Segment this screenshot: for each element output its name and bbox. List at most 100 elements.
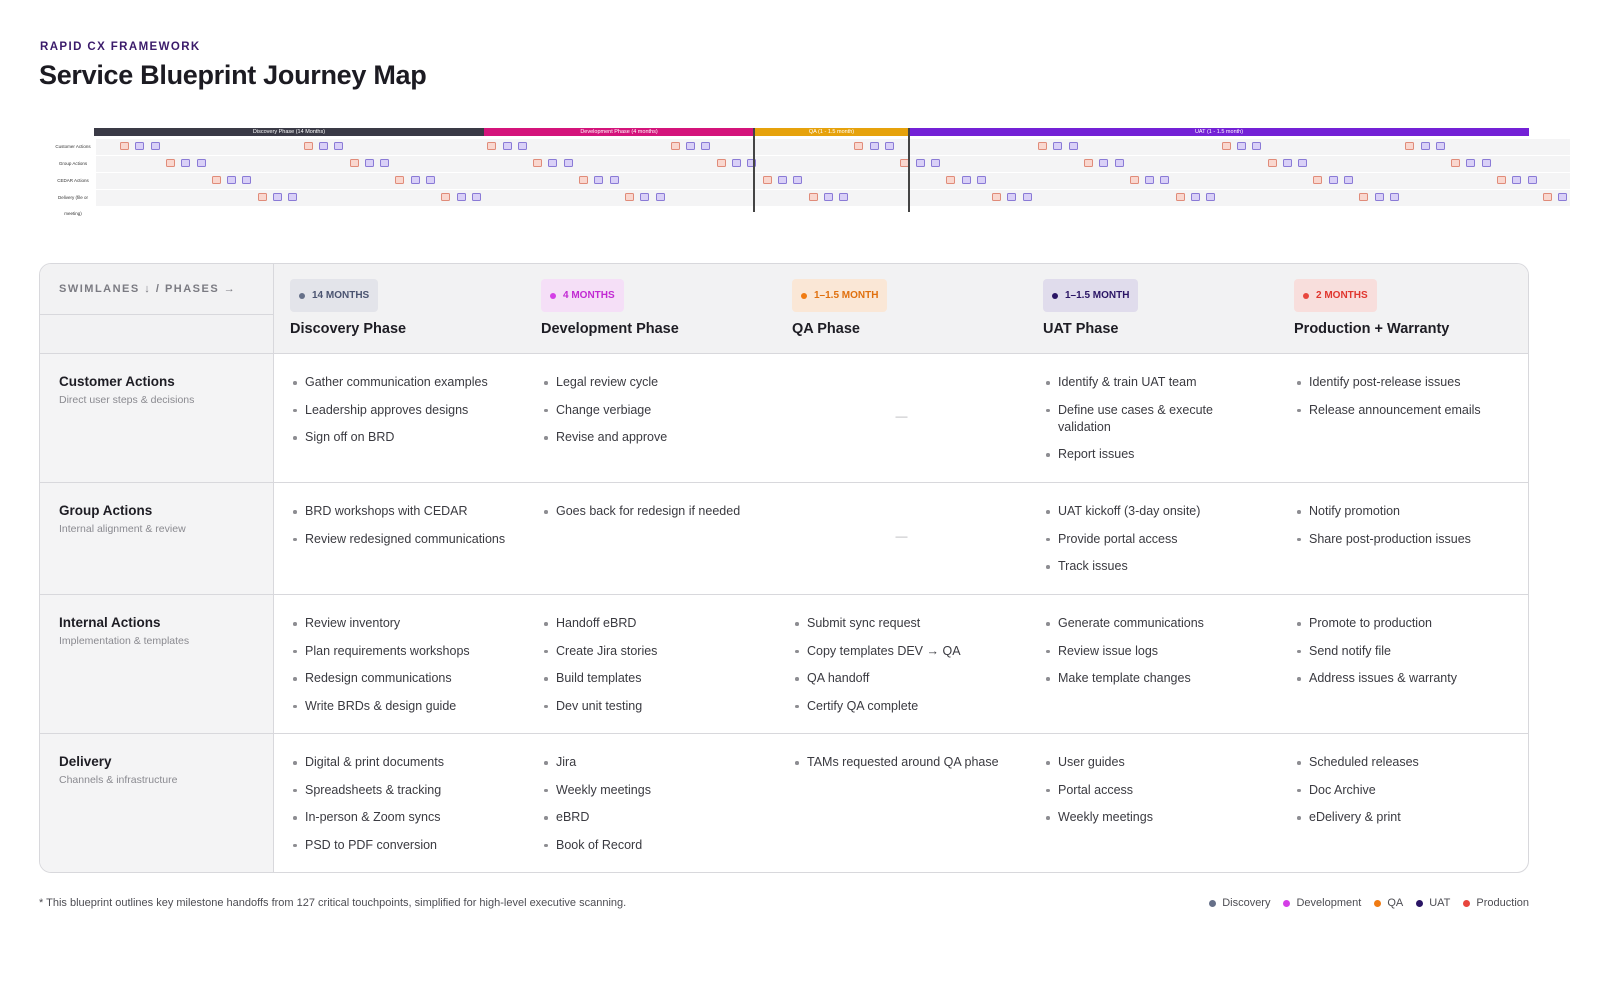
overview-touchpoint-node <box>670 142 680 150</box>
cell-bullet-item: Release announcement emails <box>1294 402 1513 419</box>
overview-touchpoint-node <box>1497 176 1506 184</box>
cell-bullet-item: Create Jira stories <box>541 643 760 660</box>
overview-phase-discovery: Discovery Phase (14 Months) <box>94 128 484 136</box>
overview-touchpoint-node <box>1175 193 1185 201</box>
overview-touchpoint-node <box>1328 176 1338 184</box>
cell-bullet-item: Review inventory <box>290 615 509 632</box>
overview-touchpoint-node <box>946 176 956 184</box>
swimlane-row: Delivery Channels & infrastructure Digital… <box>40 734 1528 872</box>
cell-bullet-item: UAT kickoff (3-day onsite) <box>1043 503 1262 520</box>
overview-touchpoint-node <box>1298 159 1308 167</box>
legend-label: QA <box>1387 897 1404 909</box>
overview-touchpoint-node <box>1282 159 1292 167</box>
overview-touchpoint-node <box>471 193 481 201</box>
overview-touchpoint-node <box>1053 142 1063 150</box>
overview-touchpoint-node <box>808 193 818 201</box>
overview-phase-development: Development Phase (4 months) <box>484 128 754 136</box>
overview-touchpoint-node <box>1420 142 1430 150</box>
legend-item: Development <box>1283 897 1361 909</box>
phase-legend: Discovery Development QA UAT Production <box>1196 897 1529 909</box>
blueprint-cell: Legal review cycle Change verbiage Revise … <box>525 354 776 457</box>
overview-touchpoint-node <box>1267 159 1277 167</box>
overview-touchpoint-node <box>1083 159 1093 167</box>
overview-lane-label: Delivery (file or meeting) <box>57 195 88 216</box>
overview-lane-label: CEDAR Actions <box>57 178 89 183</box>
overview-touchpoint-node <box>1558 193 1568 201</box>
legend-item: Discovery <box>1209 897 1270 909</box>
overview-touchpoint-node <box>732 159 741 167</box>
cell-bullet-item: Address issues & warranty <box>1294 670 1513 687</box>
overview-touchpoint-node <box>624 193 634 201</box>
blueprint-cell: Gather communication examples Leadership … <box>274 354 525 457</box>
legend-label: Development <box>1296 897 1362 909</box>
phase-header-cell: 14 MONTHS Discovery Phase <box>274 264 525 354</box>
phase-header-cell: 1–1.5 MONTH QA Phase <box>776 264 1027 354</box>
blueprint-cell: UAT kickoff (3-day onsite) Provide portal… <box>1027 483 1278 586</box>
cell-bullet-item: Notify promotion <box>1294 503 1513 520</box>
overview-touchpoint-node <box>686 142 696 150</box>
cell-bullet-item: In-person & Zoom syncs <box>290 809 509 826</box>
cell-bullet-item: Change verbiage <box>541 402 760 419</box>
overview-touchpoint-node <box>747 159 757 167</box>
table-header: SWIMLANES ↓ / PHASES → 14 MONTHS Discover… <box>40 264 1528 354</box>
phase-duration: 1–1.5 MONTH <box>1065 290 1130 301</box>
blueprint-table: SWIMLANES ↓ / PHASES → 14 MONTHS Discover… <box>39 263 1529 873</box>
swimlanes-phases-label: SWIMLANES ↓ / PHASES → <box>40 264 274 315</box>
overview-touchpoint-node <box>1527 176 1537 184</box>
cell-bullet-item: Leadership approves designs <box>290 402 509 419</box>
overview-touchpoint-node <box>1252 142 1262 150</box>
phase-duration: 14 MONTHS <box>312 290 370 301</box>
blueprint-cell: Jira Weekly meetings eBRD Book of Record <box>525 734 776 864</box>
blueprint-cell: Goes back for redesign if needed <box>525 483 776 531</box>
cell-bullet-item: Portal access <box>1043 782 1262 799</box>
overview-touchpoint-node <box>548 159 558 167</box>
cell-bullet-item: Redesign communications <box>290 670 509 687</box>
overview-touchpoint-node <box>456 193 466 201</box>
cell-bullet-item: Review redesigned communications <box>290 531 509 548</box>
overview-touchpoint-node <box>930 159 940 167</box>
overview-touchpoint-node <box>1129 176 1139 184</box>
overview-touchpoint-node <box>563 159 573 167</box>
overview-touchpoint-node <box>1007 193 1017 201</box>
blueprint-overview-thumbnail[interactable]: Discovery Phase (14 Months) Development … <box>50 128 1570 218</box>
phase-name: Development Phase <box>541 321 679 337</box>
cell-bullet-item: BRD workshops with CEDAR <box>290 503 509 520</box>
legend-dot-icon <box>1374 899 1382 907</box>
overview-touchpoint-node <box>410 176 420 184</box>
overview-touchpoint-node <box>1435 142 1445 150</box>
swimlane-name: Internal Actions <box>59 615 161 630</box>
phase-duration-badge: 1–1.5 MONTH <box>792 279 888 312</box>
phase-dot-icon <box>550 292 556 299</box>
overview-touchpoint-node <box>426 176 435 184</box>
legend-item: UAT <box>1416 897 1450 909</box>
overview-touchpoint-node <box>1191 193 1200 201</box>
cell-bullet-item: Submit sync request <box>792 615 1011 632</box>
cell-bullet-item: Certify QA complete <box>792 698 1011 715</box>
cell-bullet-item: Generate communications <box>1043 615 1262 632</box>
phase-header-cell: 1–1.5 MONTH UAT Phase <box>1027 264 1278 354</box>
cell-bullet-item: PSD to PDF conversion <box>290 837 509 854</box>
empty-cell-marker: — <box>895 408 908 423</box>
phase-dot-icon <box>1052 292 1058 299</box>
cell-bullet-item: Make template changes <box>1043 670 1262 687</box>
overview-touchpoint-node <box>1160 176 1170 184</box>
overview-phase-qa: QA (1 - 1.5 month) <box>754 128 909 136</box>
cell-bullet-item: Spreadsheets & tracking <box>290 782 509 799</box>
overview-touchpoint-node <box>579 176 588 184</box>
overview-touchpoint-node <box>1313 176 1323 184</box>
cell-bullet-item: Copy templates DEV → QA <box>792 643 1011 660</box>
overview-lane <box>96 156 1570 172</box>
cell-bullet-item: Write BRDs & design guide <box>290 698 509 715</box>
cell-bullet-item: Goes back for redesign if needed <box>541 503 760 520</box>
cell-bullet-item: QA handoff <box>792 670 1011 687</box>
overview-touchpoint-node <box>869 142 879 150</box>
overview-touchpoint-node <box>395 176 405 184</box>
overview-touchpoint-node <box>823 193 833 201</box>
phase-name: QA Phase <box>792 321 860 337</box>
swimlane-description: Channels & infrastructure <box>59 774 178 786</box>
cell-bullet-item: Doc Archive <box>1294 782 1513 799</box>
overview-phase-uat: UAT (1 - 1.5 month) <box>909 128 1529 136</box>
blueprint-cell: Submit sync request Copy templates DEV → … <box>776 595 1027 725</box>
legend-dot-icon <box>1209 899 1217 907</box>
overview-touchpoint-node <box>885 142 894 150</box>
